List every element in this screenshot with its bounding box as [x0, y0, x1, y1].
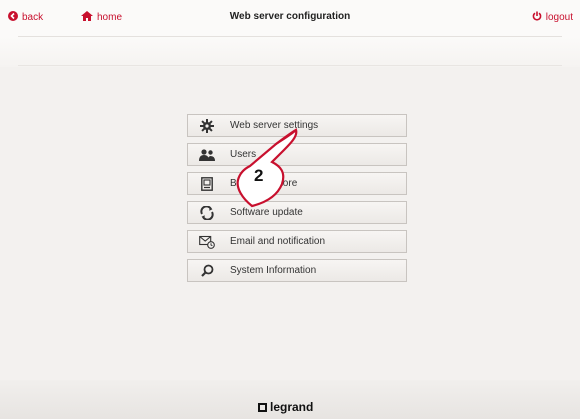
update-icon	[198, 205, 216, 221]
menu-item-email-notification[interactable]: Email and notification	[187, 230, 407, 253]
sub-band	[0, 37, 580, 67]
logout-button[interactable]: logout	[532, 11, 573, 24]
power-icon	[532, 11, 542, 24]
users-icon	[198, 147, 216, 163]
menu-item-label: System Information	[230, 265, 317, 276]
page-title: Web server configuration	[229, 11, 351, 22]
step-callout: 2	[232, 127, 302, 208]
backup-icon	[198, 176, 216, 192]
sub-divider	[18, 65, 562, 66]
gear-icon	[198, 118, 216, 134]
menu-item-label: Email and notification	[230, 236, 326, 247]
email-notification-icon	[198, 234, 216, 250]
menu-item-label: Software update	[230, 207, 303, 218]
callout-number: 2	[254, 166, 264, 185]
brand-name: legrand	[270, 400, 314, 414]
legrand-logo: legrand	[258, 400, 313, 414]
pointing-hand-icon	[236, 127, 298, 208]
search-icon	[198, 263, 216, 279]
logo-square-icon	[258, 402, 267, 412]
menu-item-system-information[interactable]: System Information	[187, 259, 407, 282]
logout-label: logout	[545, 12, 573, 23]
